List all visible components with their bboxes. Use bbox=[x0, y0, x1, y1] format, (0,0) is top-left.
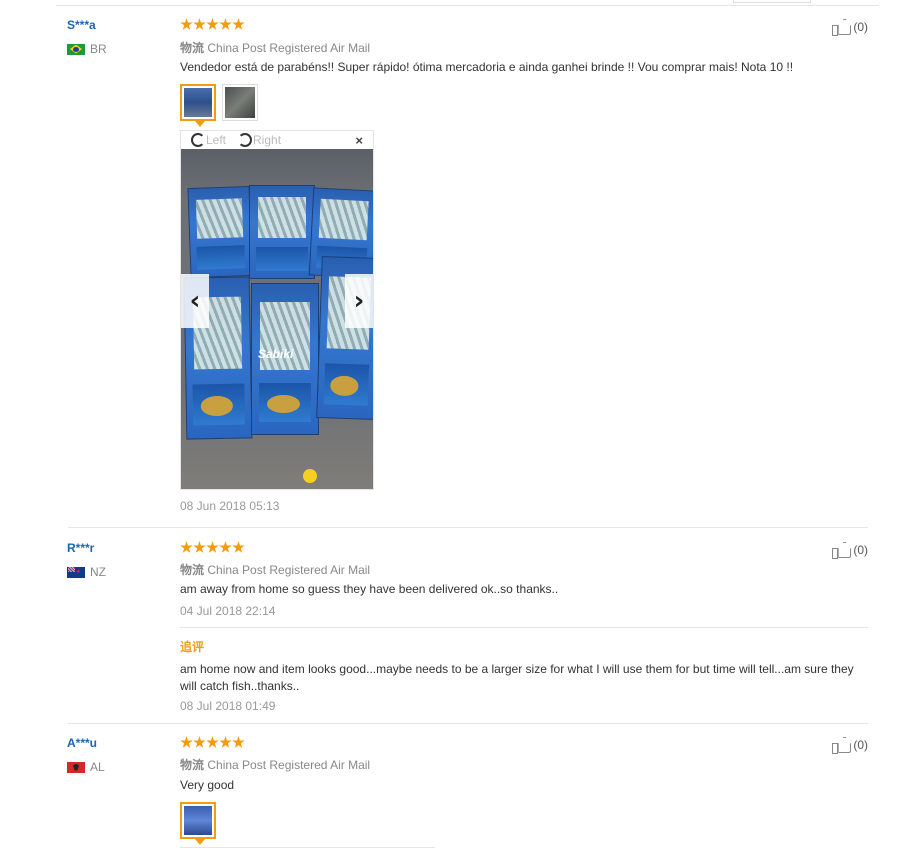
photo-viewer-edge bbox=[180, 847, 435, 852]
smiley-sticker bbox=[303, 469, 317, 483]
logistics-value: China Post Registered Air Mail bbox=[207, 41, 371, 55]
product-package bbox=[249, 185, 315, 279]
reviewer-country: BR bbox=[67, 42, 107, 56]
country-code: BR bbox=[90, 42, 107, 56]
logistics-info: 物流 China Post Registered Air Mail bbox=[180, 39, 370, 56]
country-code: NZ bbox=[90, 565, 106, 579]
star-rating bbox=[180, 736, 245, 749]
helpful-count: (0) bbox=[853, 19, 868, 34]
logistics-info: 物流 China Post Registered Air Mail bbox=[180, 561, 370, 578]
logistics-label: 物流 bbox=[180, 758, 205, 772]
star-icon bbox=[206, 541, 219, 553]
review-date: 08 Jun 2018 05:13 bbox=[180, 499, 280, 513]
rotate-left-icon bbox=[191, 133, 205, 147]
review-photo: Sabiki ‹ › bbox=[181, 149, 373, 489]
additional-review-divider bbox=[180, 627, 868, 628]
reviewer-country: AL bbox=[67, 760, 105, 774]
star-icon bbox=[232, 736, 245, 748]
logistics-info: 物流 China Post Registered Air Mail bbox=[180, 756, 370, 773]
previous-photo-button[interactable]: ‹ bbox=[181, 274, 209, 328]
review-text: Very good bbox=[180, 778, 235, 792]
review-divider bbox=[68, 527, 868, 528]
helpful-button[interactable]: (0) bbox=[832, 18, 868, 36]
star-icon bbox=[219, 18, 232, 30]
review-text: am away from home so guess they have bee… bbox=[180, 582, 559, 596]
star-icon bbox=[232, 541, 245, 553]
logistics-value: China Post Registered Air Mail bbox=[207, 563, 371, 577]
helpful-button[interactable]: (0) bbox=[832, 541, 868, 559]
additional-review-text: am home now and item looks good...maybe … bbox=[180, 662, 854, 693]
flag-new-zealand-icon bbox=[67, 566, 85, 578]
helpful-button[interactable]: (0) bbox=[832, 736, 868, 754]
star-icon bbox=[180, 18, 193, 30]
star-icon bbox=[180, 736, 193, 748]
next-photo-button[interactable]: › bbox=[345, 274, 373, 328]
star-icon bbox=[193, 541, 206, 553]
photo-thumbnail[interactable] bbox=[222, 84, 258, 121]
product-package bbox=[187, 185, 253, 279]
reviewer-name[interactable]: R***r bbox=[67, 541, 94, 555]
logistics-value: China Post Registered Air Mail bbox=[207, 758, 371, 772]
thumbs-up-icon bbox=[832, 18, 851, 36]
logistics-label: 物流 bbox=[180, 41, 205, 55]
photo-thumbnail-image bbox=[184, 806, 212, 835]
photo-viewer: Left Right × Sabiki ‹ › bbox=[180, 130, 374, 490]
review-photo-thumbnails bbox=[180, 84, 264, 127]
review-divider bbox=[68, 723, 868, 724]
sort-control-edge[interactable] bbox=[733, 0, 811, 3]
star-icon bbox=[193, 736, 206, 748]
review-photo-thumbnails bbox=[180, 802, 222, 845]
thumbs-up-icon bbox=[832, 736, 851, 754]
country-code: AL bbox=[90, 760, 105, 774]
flag-albania-icon bbox=[67, 761, 85, 773]
review-text: Vendedor está de parabéns!! Super rápido… bbox=[180, 60, 794, 74]
helpful-count: (0) bbox=[853, 737, 868, 752]
star-icon bbox=[206, 18, 219, 30]
photo-thumbnail-image bbox=[225, 87, 255, 118]
star-icon bbox=[206, 736, 219, 748]
photo-thumbnail-image bbox=[184, 88, 212, 117]
rotate-left-button[interactable]: Left bbox=[191, 133, 226, 147]
helpful-count: (0) bbox=[853, 542, 868, 557]
reviewer-country: NZ bbox=[67, 565, 106, 579]
rotate-left-label: Left bbox=[206, 133, 227, 147]
reviewer-name[interactable]: S***a bbox=[67, 18, 96, 32]
star-rating bbox=[180, 541, 245, 554]
flag-brazil-icon bbox=[67, 43, 85, 55]
review-date: 04 Jul 2018 22:14 bbox=[180, 604, 276, 618]
photo-thumbnail[interactable] bbox=[180, 802, 216, 845]
star-icon bbox=[180, 541, 193, 553]
additional-review-date: 08 Jul 2018 01:49 bbox=[180, 699, 276, 713]
top-divider bbox=[56, 5, 879, 6]
rotate-right-label: Right bbox=[253, 133, 282, 147]
rotate-right-icon bbox=[238, 133, 253, 147]
product-package: Sabiki bbox=[251, 283, 319, 435]
star-icon bbox=[219, 541, 232, 553]
rotate-right-button[interactable]: Right bbox=[238, 133, 281, 147]
star-icon bbox=[232, 18, 245, 30]
photo-thumbnail[interactable] bbox=[180, 84, 216, 127]
star-rating bbox=[180, 18, 245, 31]
thumbs-up-icon bbox=[832, 541, 851, 559]
additional-review-label: 追评 bbox=[180, 640, 205, 654]
star-icon bbox=[219, 736, 232, 748]
package-brand-text: Sabiki bbox=[258, 347, 294, 361]
star-icon bbox=[193, 18, 206, 30]
photo-viewer-toolbar: Left Right × bbox=[181, 131, 373, 149]
logistics-label: 物流 bbox=[180, 563, 205, 577]
close-icon[interactable]: × bbox=[355, 133, 363, 148]
reviewer-name[interactable]: A***u bbox=[67, 736, 97, 750]
